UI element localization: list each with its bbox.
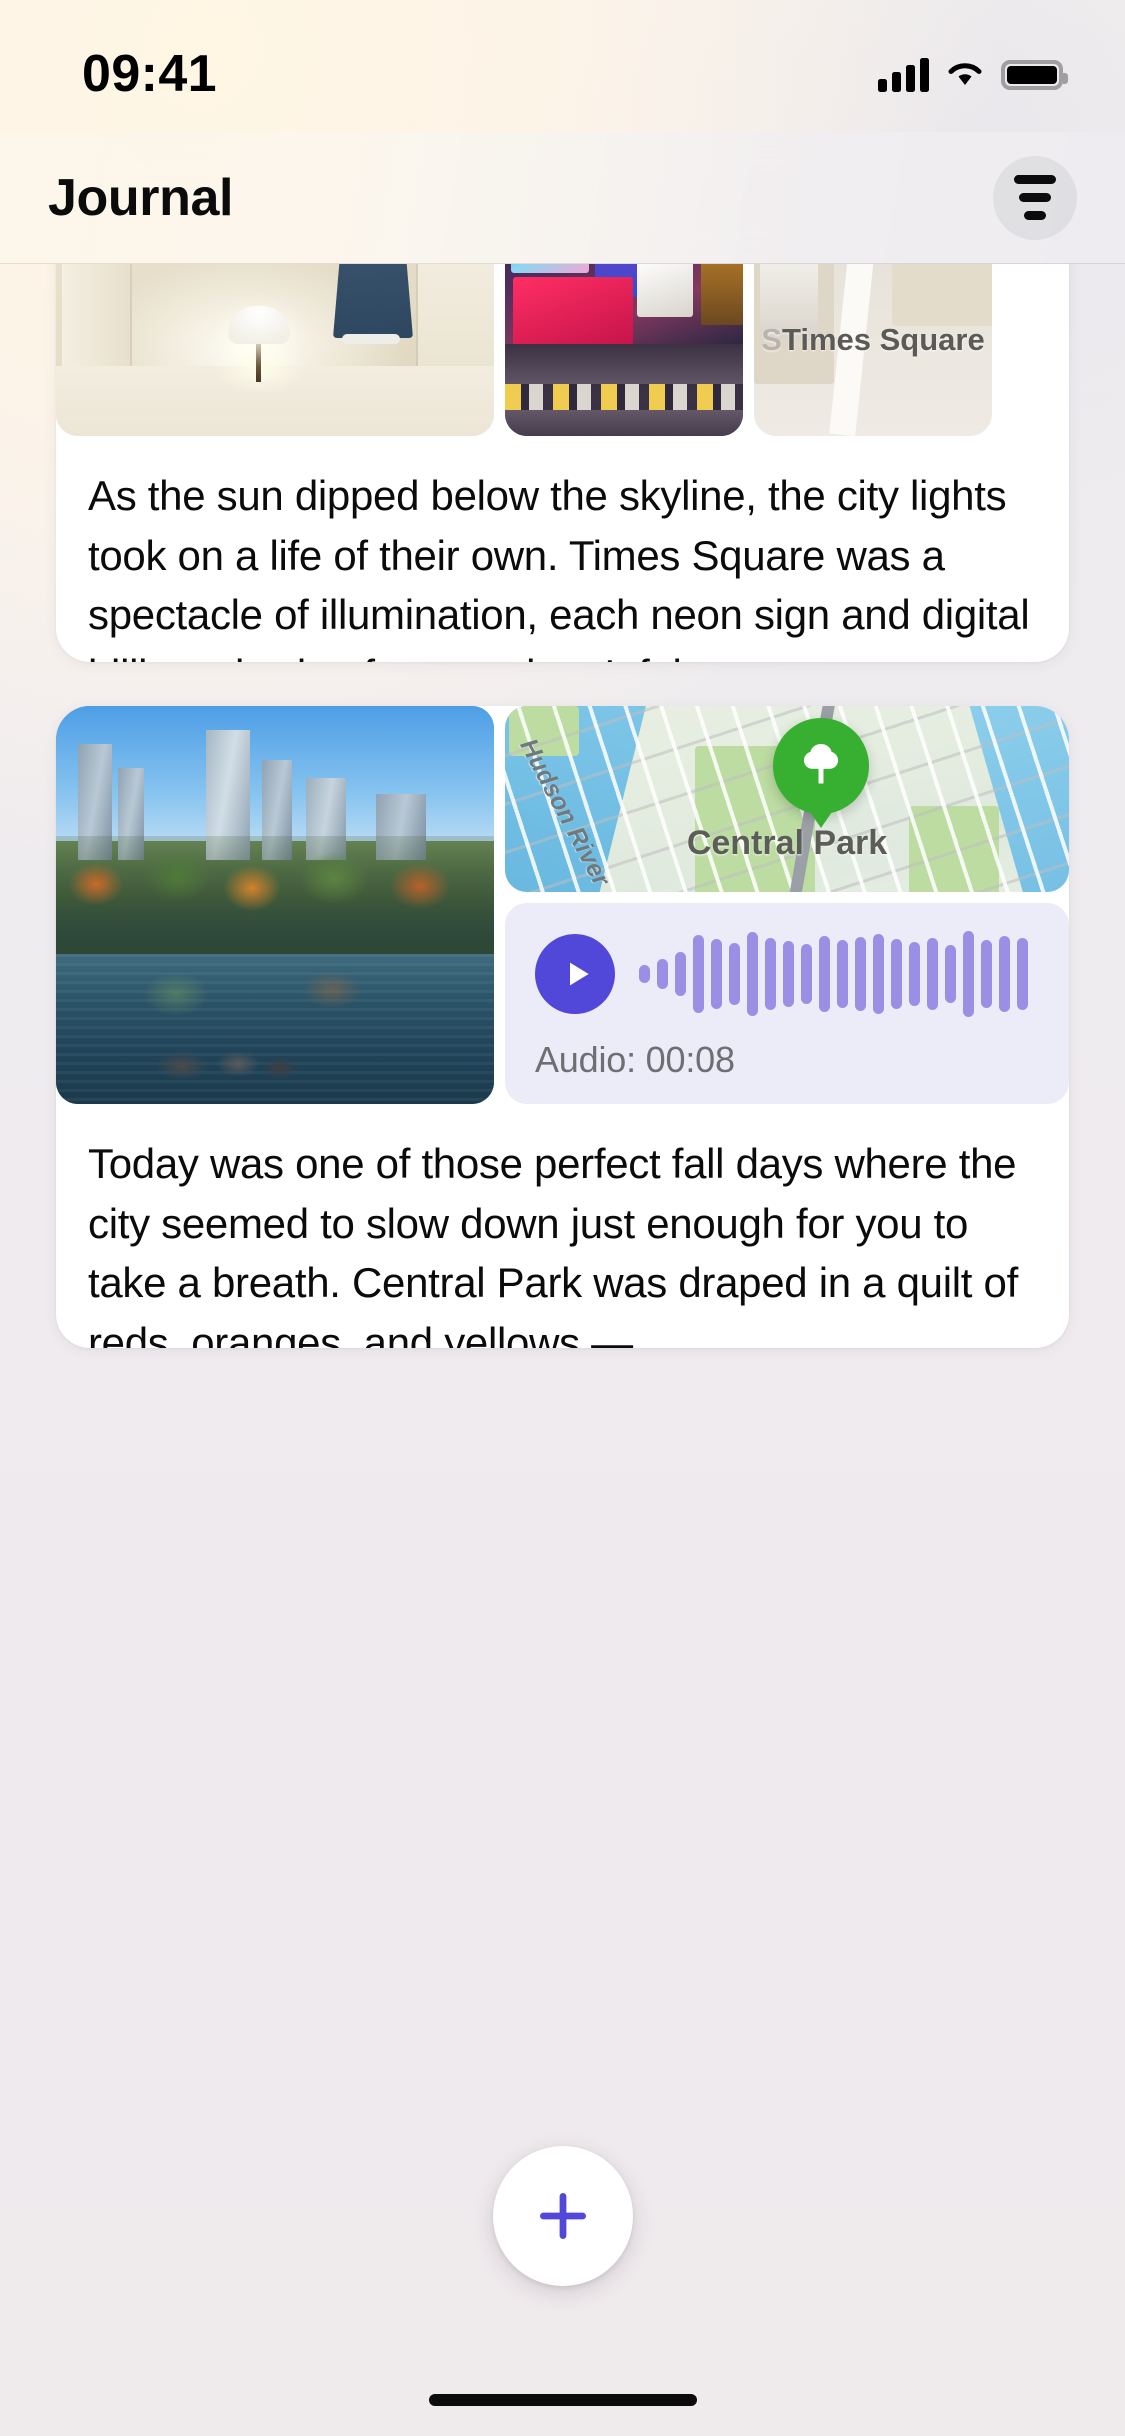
entry-media-grid: ST ST W STimes Square — [56, 264, 1069, 436]
entry-body-text: As the sun dipped below the skyline, the… — [88, 472, 1030, 662]
entry-photo-column — [505, 264, 743, 436]
entry-photo[interactable] — [505, 264, 743, 436]
entry-audio-widget[interactable]: Audio: 00:08 — [505, 903, 1069, 1104]
tree-pin-icon — [773, 718, 869, 814]
play-icon[interactable] — [535, 934, 615, 1014]
entry-map-times-square[interactable]: ST ST W STimes Square — [754, 264, 992, 436]
map-caption: STimes Square — [761, 322, 985, 357]
filter-sort-icon[interactable] — [993, 155, 1077, 240]
entry-map-central-park[interactable]: Hudson River Central Park — [505, 706, 1069, 892]
navigation-bar: Journal — [0, 132, 1125, 264]
status-bar-indicators — [878, 58, 1068, 93]
audio-duration-label: Audio: 00:08 — [535, 1039, 735, 1080]
map-caption: Central Park — [686, 824, 888, 862]
battery-full-icon — [1001, 60, 1068, 90]
plus-icon — [539, 2193, 586, 2239]
entry-photo[interactable] — [56, 264, 494, 436]
entry-photo[interactable] — [56, 706, 494, 1104]
page-title: Journal — [48, 168, 234, 227]
wifi-icon — [945, 58, 985, 93]
home-indicator — [428, 2394, 697, 2406]
entry-media-grid: Hudson River Central Park Audio: 00:08 — [56, 706, 1069, 1104]
cellular-bars-icon — [878, 58, 929, 92]
journal-entry-list[interactable]: ST ST W STimes Square As the sun dipped … — [0, 264, 1125, 2436]
entry-widget-column: Hudson River Central Park Audio: 00:08 — [505, 706, 1069, 1104]
status-bar: 09:41 — [0, 0, 1125, 132]
journal-entry-card[interactable]: Hudson River Central Park Audio: 00:08 T… — [56, 706, 1069, 1348]
status-bar-time: 09:41 — [82, 45, 217, 103]
new-entry-button[interactable] — [492, 2146, 633, 2286]
journal-entry-card[interactable]: ST ST W STimes Square As the sun dipped … — [56, 264, 1069, 662]
entry-body-text: Today was one of those perfect fall days… — [88, 1140, 1018, 1348]
waveform-icon — [639, 929, 1028, 1019]
